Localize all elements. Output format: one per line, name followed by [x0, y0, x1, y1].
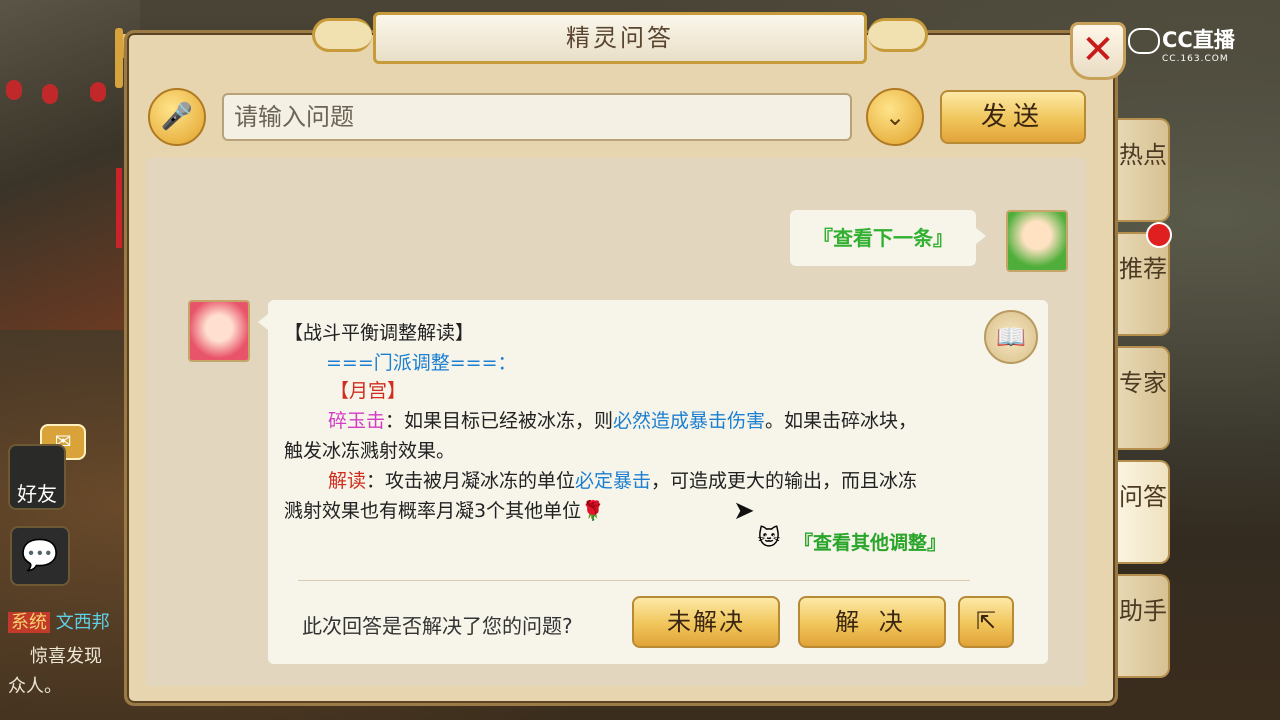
tab-hot[interactable]: 热点 [1118, 118, 1170, 222]
title-scroll-left [312, 18, 372, 52]
logo-text: CC直播 [1162, 28, 1235, 52]
pendant-rod [115, 28, 123, 88]
chat-button[interactable]: 💬 [10, 526, 70, 586]
chat-line: 众人。 [8, 676, 62, 697]
game-left-ui: ✉ 好友 💬 系统 文西邦 惊喜发现 众人。 [0, 420, 130, 720]
explain-text: ：攻击被月凝冰冻的单位 [366, 470, 576, 492]
pendant-decoration [110, 28, 128, 248]
mouse-cursor-icon: ➤ [733, 496, 755, 526]
notification-dot [1146, 222, 1172, 248]
chevron-down-icon: ⌄ [884, 103, 906, 131]
tab-qa[interactable]: 问答 [1118, 460, 1170, 564]
question-input[interactable] [222, 93, 852, 141]
feedback-question: 此次回答是否解决了您的问题? [302, 614, 573, 638]
friends-button[interactable]: 好友 [8, 444, 66, 510]
chat-tag: 系统 [8, 612, 50, 633]
cloud-icon [1128, 28, 1160, 54]
more-adjustments-link[interactable]: 『查看其他调整』 [794, 528, 946, 555]
user-message-bubble[interactable]: 『查看下一条』 [790, 210, 986, 266]
assistant-avatar [188, 300, 250, 362]
skill-highlight[interactable]: 必然造成暴击伤害 [613, 410, 765, 432]
skill-text: ：如果目标已经被冰冻，则 [385, 410, 614, 432]
microphone-icon: 🎤 [160, 102, 194, 132]
voice-input-button[interactable]: 🎤 [148, 88, 206, 146]
explain-text: 溅射效果也有概率月凝3个其他单位 [284, 500, 582, 522]
user-avatar [1006, 210, 1068, 272]
tassel-icon [116, 168, 122, 248]
chat-line: 系统 文西邦 [8, 608, 110, 634]
explain-text: ，可造成更大的输出，而且冰冻 [651, 470, 918, 492]
lantern-icon [6, 80, 22, 100]
divider [298, 580, 970, 581]
chat-bubble-icon: 💬 [21, 538, 59, 573]
share-button[interactable]: ⇱ [958, 596, 1014, 648]
answer-school: 【月宫】 [330, 380, 407, 402]
tab-expert[interactable]: 专家 [1118, 346, 1170, 450]
cat-icon: 🐱 [757, 526, 781, 551]
unsolved-button[interactable]: 未解决 [632, 596, 780, 648]
explain-label: 解读 [328, 470, 367, 492]
skill-text: 。如果击碎冰块， [765, 410, 918, 432]
history-dropdown-button[interactable]: ⌄ [866, 88, 924, 146]
title-scroll-right [868, 18, 928, 52]
book-icon[interactable]: 📖 [984, 310, 1038, 364]
rose-icon: 🌹 [581, 500, 605, 522]
skill-line: 碎玉击：如果目标已经被冰冻，则必然造成暴击伤害。如果击碎冰块， [328, 406, 917, 433]
share-icon: ⇱ [975, 607, 997, 635]
chat-line: 惊喜发现 [30, 646, 102, 667]
send-button[interactable]: 发送 [940, 90, 1086, 144]
tab-assistant[interactable]: 助手 [1118, 574, 1170, 678]
logo-subtext: CC.163.COM [1162, 54, 1229, 64]
explain-highlight[interactable]: 必定暴击 [575, 470, 651, 492]
lantern-icon [90, 82, 106, 102]
answer-heading: 【战斗平衡调整解读】 [284, 322, 475, 344]
close-icon: ✕ [1081, 27, 1115, 73]
explain-line-cont: 溅射效果也有概率月凝3个其他单位🌹 [284, 496, 605, 523]
lantern-icon [42, 84, 58, 104]
skill-name: 碎玉击 [328, 410, 386, 432]
dialog-title: 精灵问答 [373, 12, 867, 64]
answer-section: ===门派调整===： [326, 352, 517, 374]
chat-name: 文西邦 [55, 612, 110, 633]
explain-line: 解读：攻击被月凝冰冻的单位必定暴击，可造成更大的输出，而且冰冻 [328, 466, 917, 493]
skill-line-cont: 触发冰冻溅射效果。 [284, 440, 456, 462]
close-button[interactable]: ✕ [1070, 22, 1126, 80]
cc-live-logo: CC直播 CC.163.COM [1128, 24, 1235, 64]
friends-label: 好友 [17, 482, 57, 506]
solved-button[interactable]: 解 决 [798, 596, 946, 648]
